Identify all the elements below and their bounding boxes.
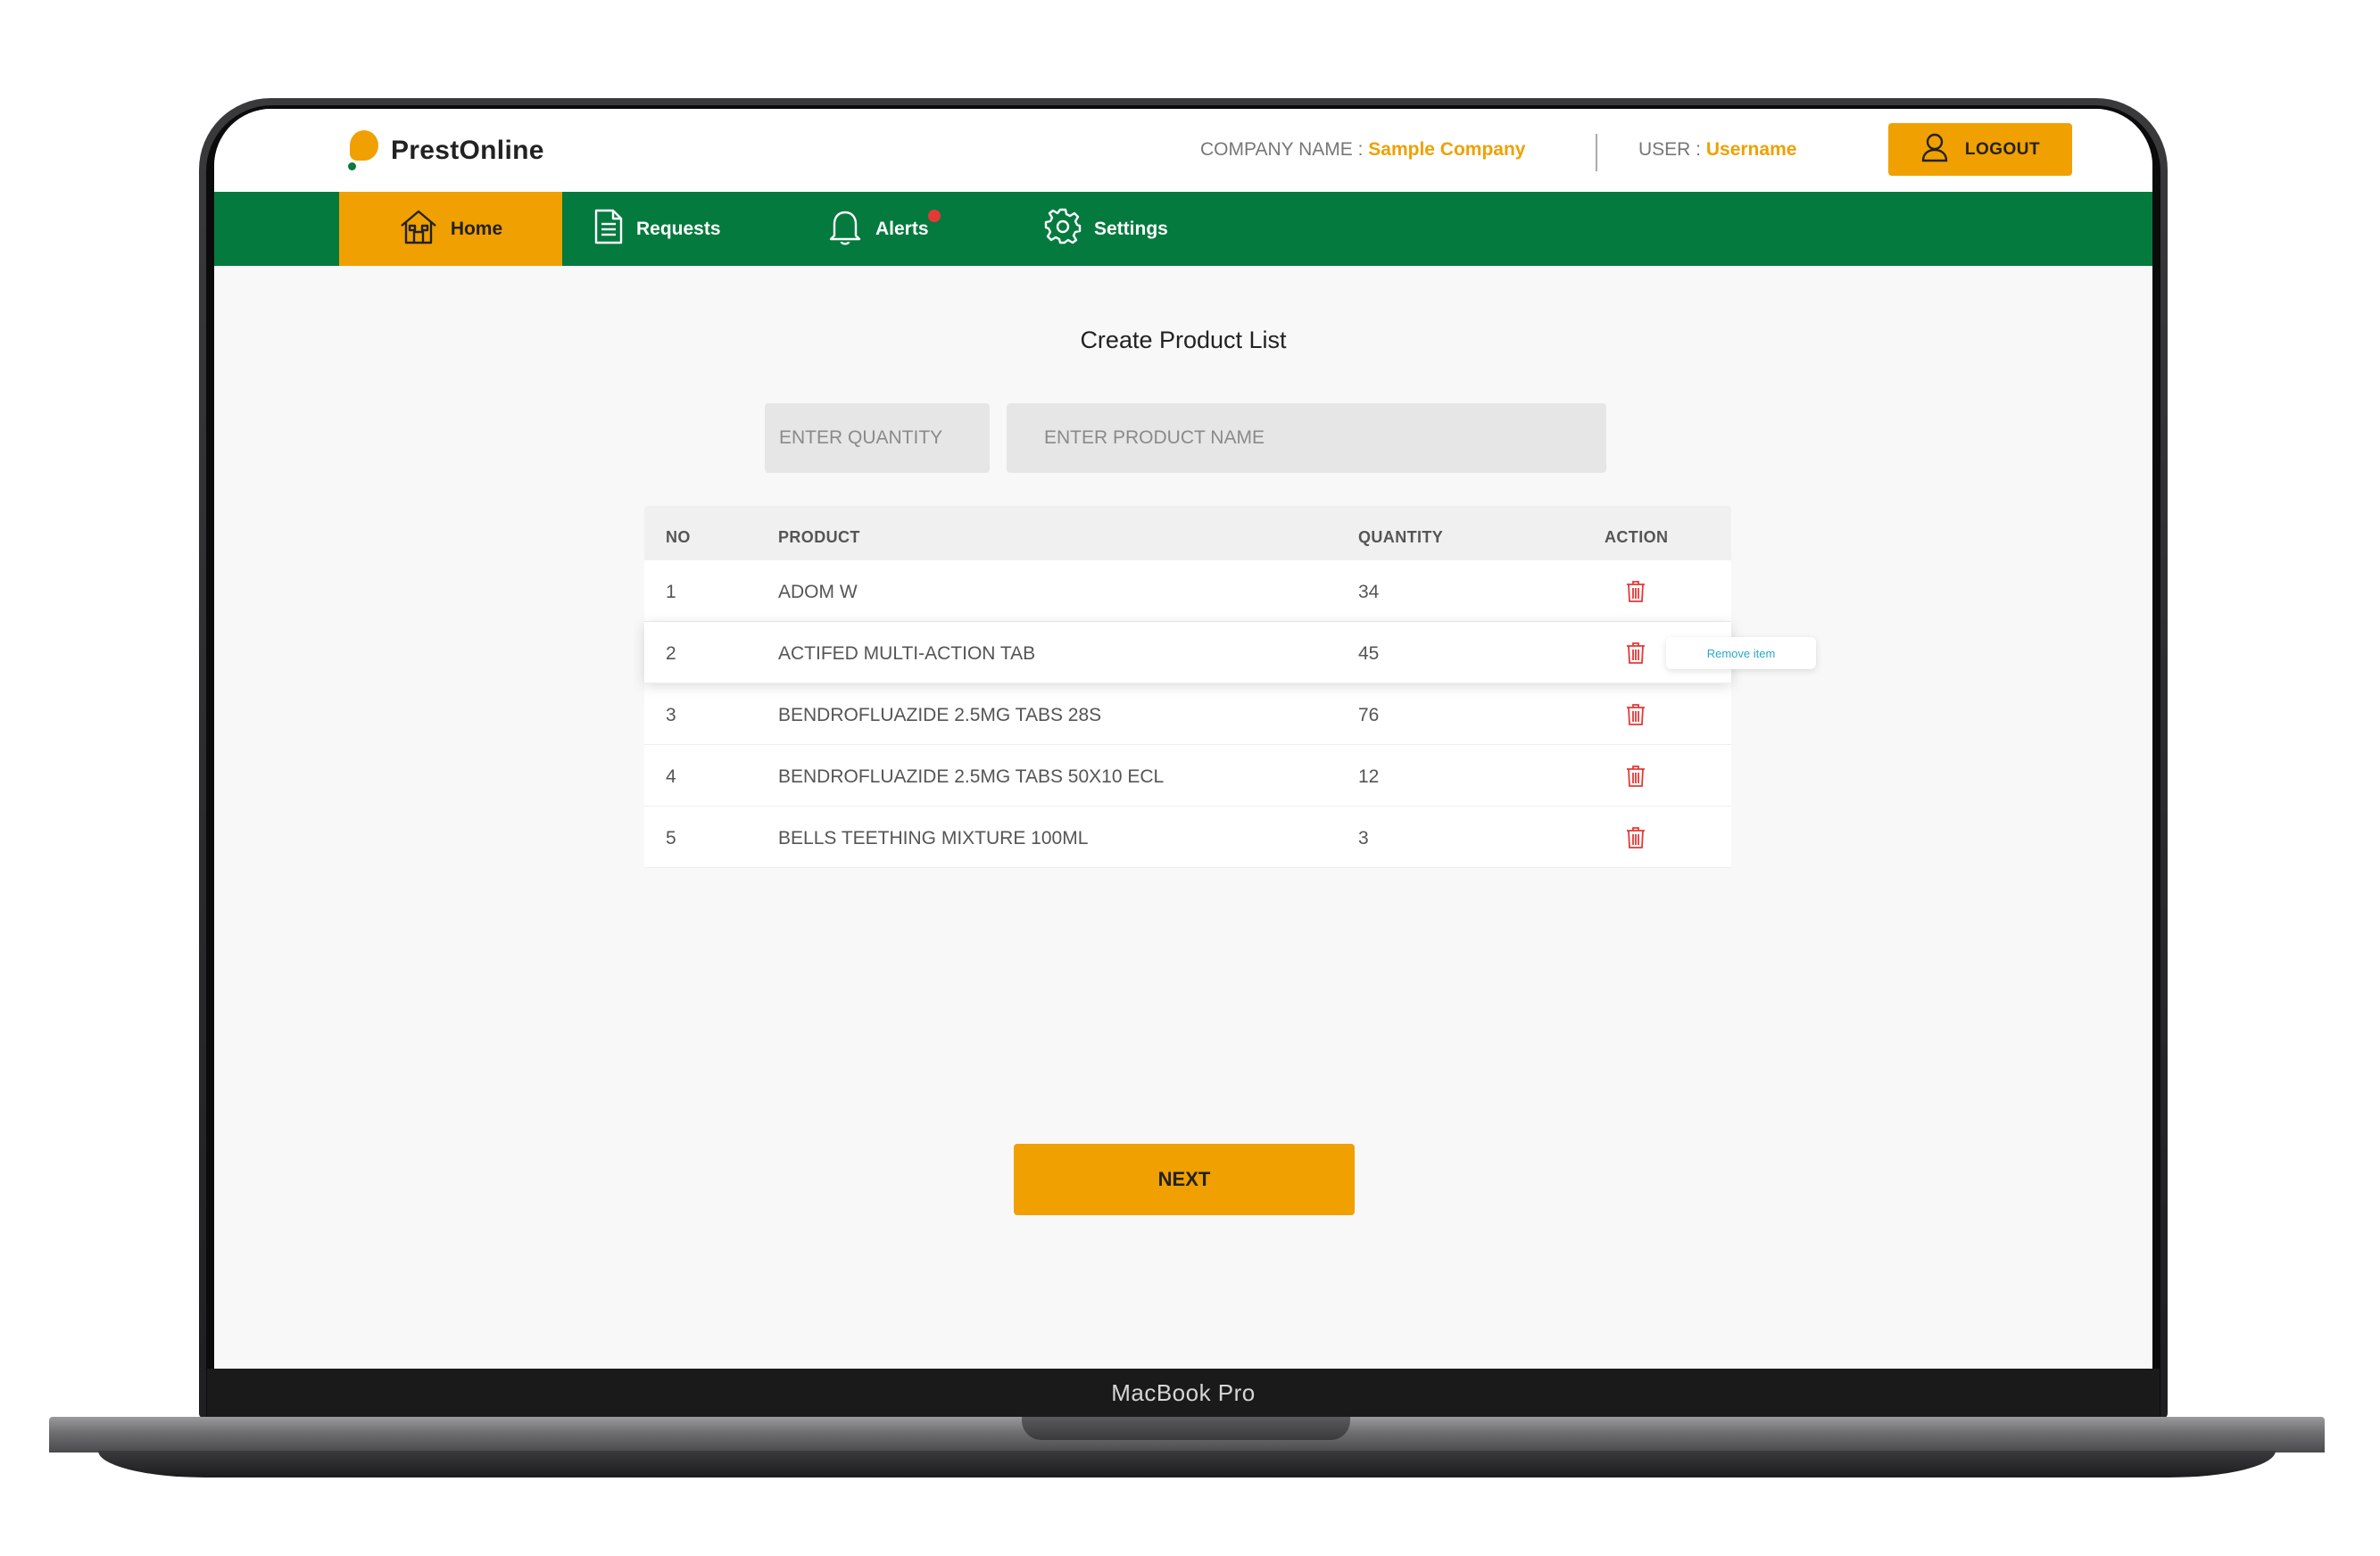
laptop-notch: [1022, 1417, 1350, 1440]
cell-no: 1: [666, 582, 676, 602]
cell-no: 4: [666, 766, 676, 787]
cell-no: 3: [666, 705, 676, 725]
quantity-input[interactable]: [765, 403, 990, 473]
app-screen: PrestOnline COMPANY NAME : Sample Compan…: [214, 109, 2152, 1369]
header-action: ACTION: [1605, 528, 1669, 546]
nav-label-home: Home: [450, 218, 503, 239]
cell-no: 5: [666, 828, 676, 848]
cell-no: 2: [666, 643, 676, 664]
cell-product: BELLS TEETHING MIXTURE 100ML: [778, 828, 1089, 848]
table-row: 3 BENDROFLUAZIDE 2.5MG TABS 28S 76: [644, 683, 1731, 745]
header-divider: [1596, 134, 1597, 171]
cell-quantity: 45: [1358, 643, 1380, 664]
home-icon: [399, 208, 438, 251]
cell-product: ACTIFED MULTI-ACTION TAB: [778, 643, 1036, 664]
remove-item-tooltip: Remove item: [1666, 637, 1816, 669]
logout-label: LOGOUT: [1964, 139, 2041, 159]
laptop-base-bottom: [98, 1451, 2276, 1477]
user-value: Username: [1705, 139, 1797, 160]
nav-item-alerts[interactable]: Alerts: [827, 192, 941, 266]
page-title: Create Product List: [1080, 327, 1287, 353]
bell-icon: [827, 207, 863, 252]
nav-label-settings: Settings: [1094, 218, 1168, 239]
nav-item-home[interactable]: Home: [339, 192, 562, 266]
header-product: PRODUCT: [778, 528, 860, 546]
trash-icon[interactable]: [1626, 703, 1646, 726]
table-row: 2 ACTIFED MULTI-ACTION TAB 45 Remove ite…: [644, 622, 1816, 683]
table-row: 4 BENDROFLUAZIDE 2.5MG TABS 50X10 ECL 12: [644, 745, 1731, 807]
trash-icon[interactable]: [1626, 765, 1646, 788]
trash-icon[interactable]: [1626, 580, 1646, 603]
header-quantity: QUANTITY: [1358, 528, 1444, 546]
document-icon: [593, 208, 624, 251]
product-name-input[interactable]: [1007, 403, 1606, 473]
cell-product: ADOM W: [778, 582, 858, 602]
product-table: NO PRODUCT QUANTITY ACTION 1 ADOM W 34 2…: [644, 506, 1816, 868]
cell-quantity: 34: [1358, 582, 1380, 602]
cell-product: BENDROFLUAZIDE 2.5MG TABS 50X10 ECL: [778, 766, 1165, 787]
brand-logo[interactable]: PrestOnline: [348, 130, 544, 171]
brand-name: PrestOnline: [391, 136, 544, 165]
table-header: NO PRODUCT QUANTITY ACTION: [644, 506, 1731, 560]
company-info: COMPANY NAME : Sample Company: [1200, 139, 1525, 161]
company-value: Sample Company: [1368, 139, 1526, 160]
top-header: PrestOnline COMPANY NAME : Sample Compan…: [214, 109, 2152, 192]
trash-icon[interactable]: [1626, 826, 1646, 849]
cell-product: BENDROFLUAZIDE 2.5MG TABS 28S: [778, 705, 1102, 725]
header-no: NO: [666, 528, 691, 546]
trash-icon[interactable]: [1626, 641, 1646, 665]
nav-item-settings[interactable]: Settings: [1044, 192, 1168, 266]
user-label: USER :: [1638, 139, 1706, 160]
notification-dot: [928, 210, 941, 222]
cell-quantity: 76: [1358, 705, 1380, 725]
nav-label-alerts: Alerts: [875, 218, 929, 239]
user-icon: [1920, 132, 1949, 167]
cell-quantity: 3: [1358, 828, 1369, 848]
table-row: 5 BELLS TEETHING MIXTURE 100ML 3: [644, 807, 1731, 868]
user-info: USER : Username: [1638, 139, 1796, 161]
device-label: MacBook Pro: [1111, 1379, 1256, 1406]
company-label: COMPANY NAME :: [1200, 139, 1369, 160]
laptop-chin: MacBook Pro: [207, 1369, 2160, 1419]
logout-button[interactable]: LOGOUT: [1888, 123, 2072, 176]
gear-icon: [1044, 208, 1082, 251]
nav-item-requests[interactable]: Requests: [593, 192, 721, 266]
main-nav: Home Requests Alerts Settings: [214, 192, 2152, 266]
cell-quantity: 12: [1358, 766, 1380, 787]
logo-drop-icon: [348, 130, 378, 171]
nav-label-requests: Requests: [636, 218, 721, 239]
next-button[interactable]: NEXT: [1014, 1144, 1355, 1215]
table-row: 1 ADOM W 34: [644, 560, 1731, 622]
